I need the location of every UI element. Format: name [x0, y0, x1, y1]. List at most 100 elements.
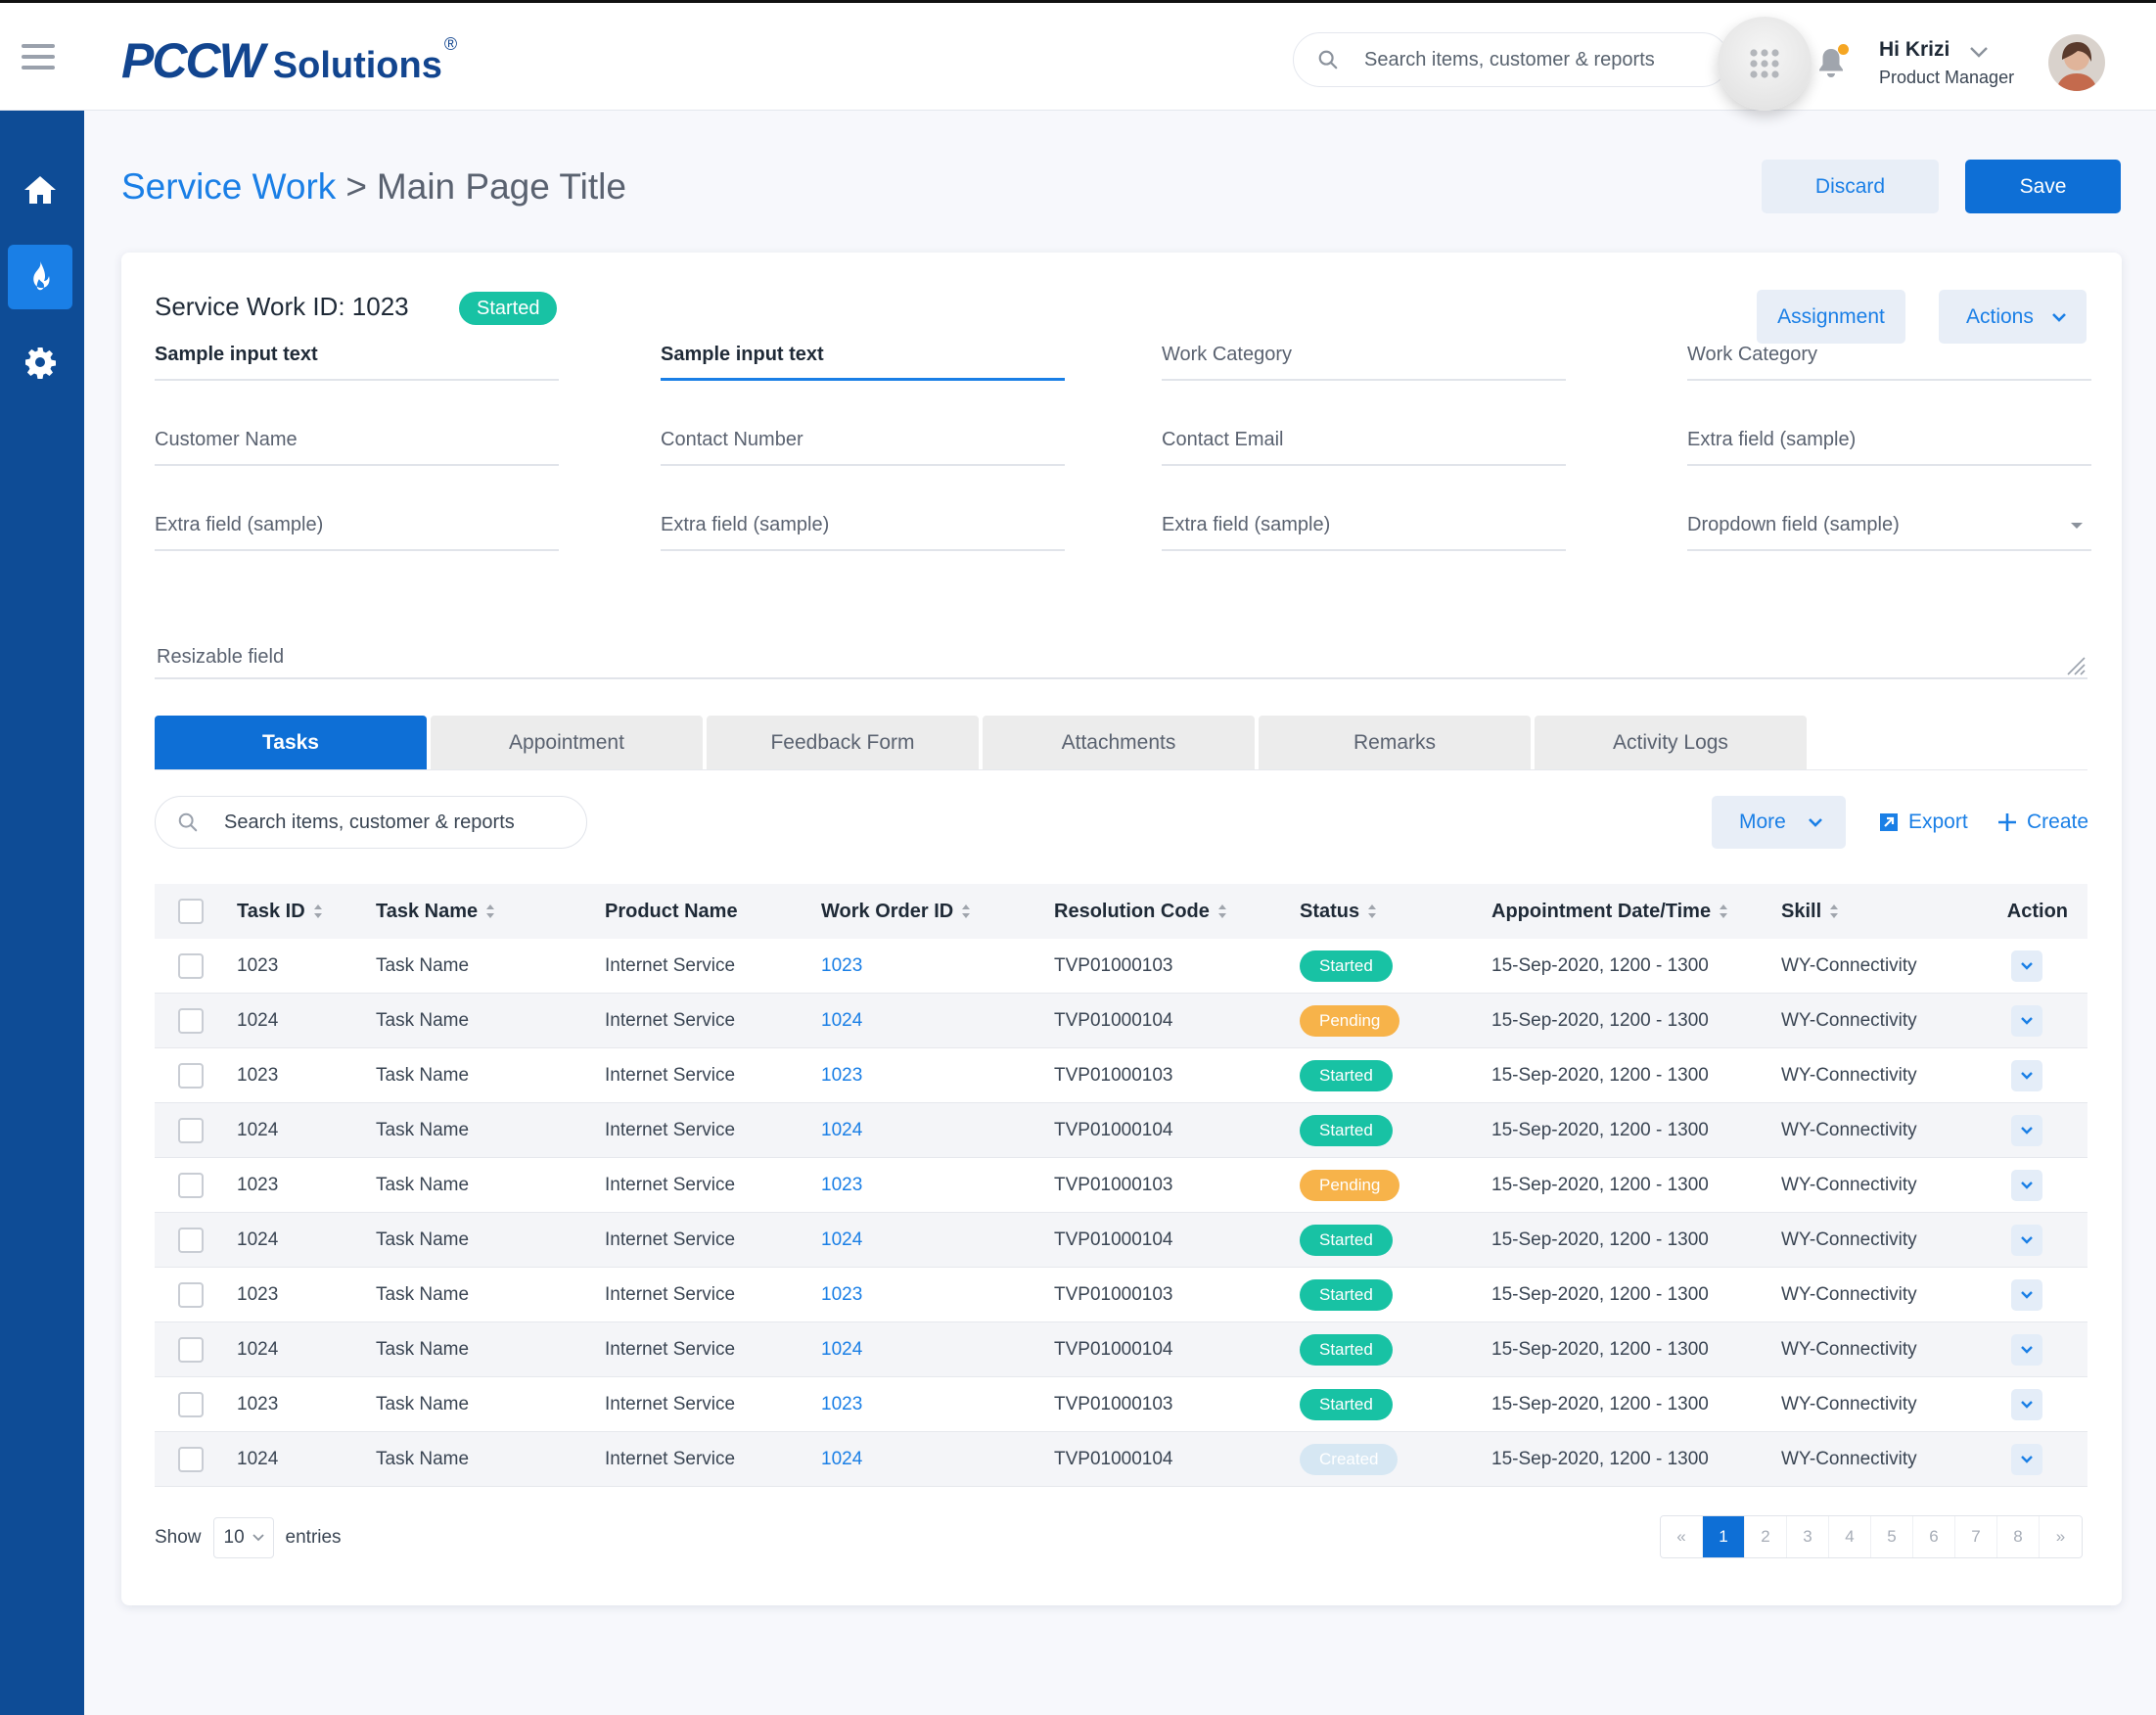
- row-action-dropdown-button[interactable]: [2011, 950, 2042, 982]
- header-task-id[interactable]: Task ID: [237, 901, 376, 923]
- page-next-button[interactable]: »: [2040, 1516, 2082, 1557]
- status-cell: Started: [1300, 1333, 1491, 1366]
- work-order-link[interactable]: 1023: [821, 1394, 862, 1415]
- tab-attachments[interactable]: Attachments: [983, 716, 1255, 769]
- row-action-dropdown-button[interactable]: [2011, 1004, 2042, 1037]
- work-order-link[interactable]: 1023: [821, 955, 862, 977]
- global-search-input[interactable]: [1364, 48, 1677, 71]
- row-checkbox[interactable]: [178, 1446, 204, 1472]
- chevron-down-icon: [2021, 1456, 2033, 1463]
- header-skill[interactable]: Skill: [1781, 901, 1996, 923]
- header-work-order-id[interactable]: Work Order ID: [821, 901, 1054, 923]
- work-order-link[interactable]: 1024: [821, 1120, 862, 1141]
- avatar[interactable]: [2048, 34, 2105, 91]
- header-product-name[interactable]: Product Name: [605, 901, 821, 923]
- work-order-link[interactable]: 1023: [821, 1065, 862, 1087]
- row-action-dropdown-button[interactable]: [2011, 1278, 2042, 1311]
- export-link[interactable]: Export: [1879, 811, 1968, 834]
- extra-field[interactable]: Extra field (sample): [1687, 409, 2091, 466]
- row-checkbox[interactable]: [178, 1336, 204, 1363]
- chevron-down-icon[interactable]: [1969, 46, 1989, 58]
- row-checkbox[interactable]: [178, 1227, 204, 1253]
- status-cell: Started: [1300, 1114, 1491, 1146]
- row-checkbox[interactable]: [178, 1062, 204, 1089]
- skill-cell: WY-Connectivity: [1781, 954, 1917, 976]
- contact-email-field[interactable]: Contact Email: [1162, 409, 1566, 466]
- work-order-link[interactable]: 1024: [821, 1339, 862, 1361]
- tab-feedback-form[interactable]: Feedback Form: [707, 716, 979, 769]
- row-action-dropdown-button[interactable]: [2011, 1059, 2042, 1091]
- create-link[interactable]: Create: [1997, 811, 2088, 834]
- work-order-link[interactable]: 1024: [821, 1010, 862, 1032]
- page-number-button[interactable]: 2: [1745, 1516, 1787, 1557]
- row-checkbox[interactable]: [178, 1391, 204, 1417]
- page-number-button[interactable]: 7: [1955, 1516, 1997, 1557]
- work-order-link[interactable]: 1024: [821, 1449, 862, 1470]
- page-number-button[interactable]: 3: [1787, 1516, 1829, 1557]
- row-checkbox[interactable]: [178, 1117, 204, 1143]
- row-checkbox[interactable]: [178, 1172, 204, 1198]
- global-search[interactable]: [1293, 32, 1729, 87]
- product-name-cell: Internet Service: [605, 954, 736, 976]
- row-action-dropdown-button[interactable]: [2011, 1333, 2042, 1366]
- work-category-field[interactable]: Work Category: [1162, 324, 1566, 381]
- breadcrumb-parent-link[interactable]: Service Work: [121, 166, 336, 207]
- skill-cell: WY-Connectivity: [1781, 1174, 1917, 1195]
- table-row: 1024 Task Name Internet Service 1024 TVP0100…: [155, 1103, 2087, 1158]
- export-icon: [1880, 813, 1898, 831]
- discard-button[interactable]: Discard: [1762, 160, 1939, 213]
- table-search[interactable]: [155, 796, 587, 849]
- input-field[interactable]: Sample input text: [155, 324, 559, 381]
- menu-icon[interactable]: [22, 44, 55, 70]
- task-name-cell: Task Name: [376, 1009, 470, 1031]
- work-order-link[interactable]: 1024: [821, 1229, 862, 1251]
- dropdown-field[interactable]: Dropdown field (sample): [1687, 494, 2091, 551]
- extra-field[interactable]: Extra field (sample): [1162, 494, 1566, 551]
- page-number-button[interactable]: 1: [1703, 1516, 1745, 1557]
- apps-grid-button[interactable]: [1718, 17, 1812, 111]
- caret-down-icon: [2071, 523, 2083, 529]
- page-number-button[interactable]: 8: [1997, 1516, 2040, 1557]
- select-all-checkbox[interactable]: [178, 899, 204, 924]
- row-action-dropdown-button[interactable]: [2011, 1169, 2042, 1201]
- row-action-dropdown-button[interactable]: [2011, 1114, 2042, 1146]
- page-number-button[interactable]: 5: [1871, 1516, 1913, 1557]
- sidebar-item-settings[interactable]: [8, 330, 72, 394]
- row-checkbox[interactable]: [178, 1007, 204, 1034]
- sidebar-item-service-work[interactable]: [8, 245, 72, 309]
- work-order-link[interactable]: 1023: [821, 1284, 862, 1306]
- row-action-dropdown-button[interactable]: [2011, 1224, 2042, 1256]
- tab-tasks[interactable]: Tasks: [155, 716, 427, 769]
- resize-grip-icon[interactable]: [2064, 654, 2086, 675]
- extra-field[interactable]: Extra field (sample): [661, 494, 1065, 551]
- apps-grid-icon: [1750, 49, 1779, 78]
- table-search-input[interactable]: [224, 811, 547, 834]
- tab-activity-logs[interactable]: Activity Logs: [1535, 716, 1807, 769]
- page-number-button[interactable]: 6: [1913, 1516, 1955, 1557]
- row-action-dropdown-button[interactable]: [2011, 1443, 2042, 1475]
- notification-bell-icon[interactable]: [1816, 44, 1849, 79]
- work-order-link[interactable]: 1023: [821, 1175, 862, 1196]
- row-checkbox[interactable]: [178, 1281, 204, 1308]
- customer-name-field[interactable]: Customer Name: [155, 409, 559, 466]
- tab-remarks[interactable]: Remarks: [1259, 716, 1531, 769]
- contact-number-field[interactable]: Contact Number: [661, 409, 1065, 466]
- extra-field[interactable]: Extra field (sample): [155, 494, 559, 551]
- sidebar-item-home[interactable]: [8, 158, 72, 222]
- page-prev-button[interactable]: «: [1661, 1516, 1703, 1557]
- page-number-button[interactable]: 4: [1829, 1516, 1871, 1557]
- resizable-field[interactable]: Resizable field: [155, 625, 2087, 679]
- row-checkbox[interactable]: [178, 952, 204, 979]
- header-appointment[interactable]: Appointment Date/Time: [1491, 901, 1781, 923]
- user-info[interactable]: Hi Krizi Product Manager: [1879, 38, 2014, 88]
- input-field-focused[interactable]: Sample input text: [661, 324, 1065, 381]
- header-resolution-code[interactable]: Resolution Code: [1054, 901, 1300, 923]
- more-dropdown-button[interactable]: More: [1712, 796, 1846, 849]
- work-category-field[interactable]: Work Category: [1687, 324, 2091, 381]
- tab-appointment[interactable]: Appointment: [431, 716, 703, 769]
- save-button[interactable]: Save: [1965, 160, 2121, 213]
- page-size-select[interactable]: 10: [212, 1517, 274, 1558]
- header-task-name[interactable]: Task Name: [376, 901, 605, 923]
- row-action-dropdown-button[interactable]: [2011, 1388, 2042, 1420]
- header-status[interactable]: Status: [1300, 901, 1491, 923]
